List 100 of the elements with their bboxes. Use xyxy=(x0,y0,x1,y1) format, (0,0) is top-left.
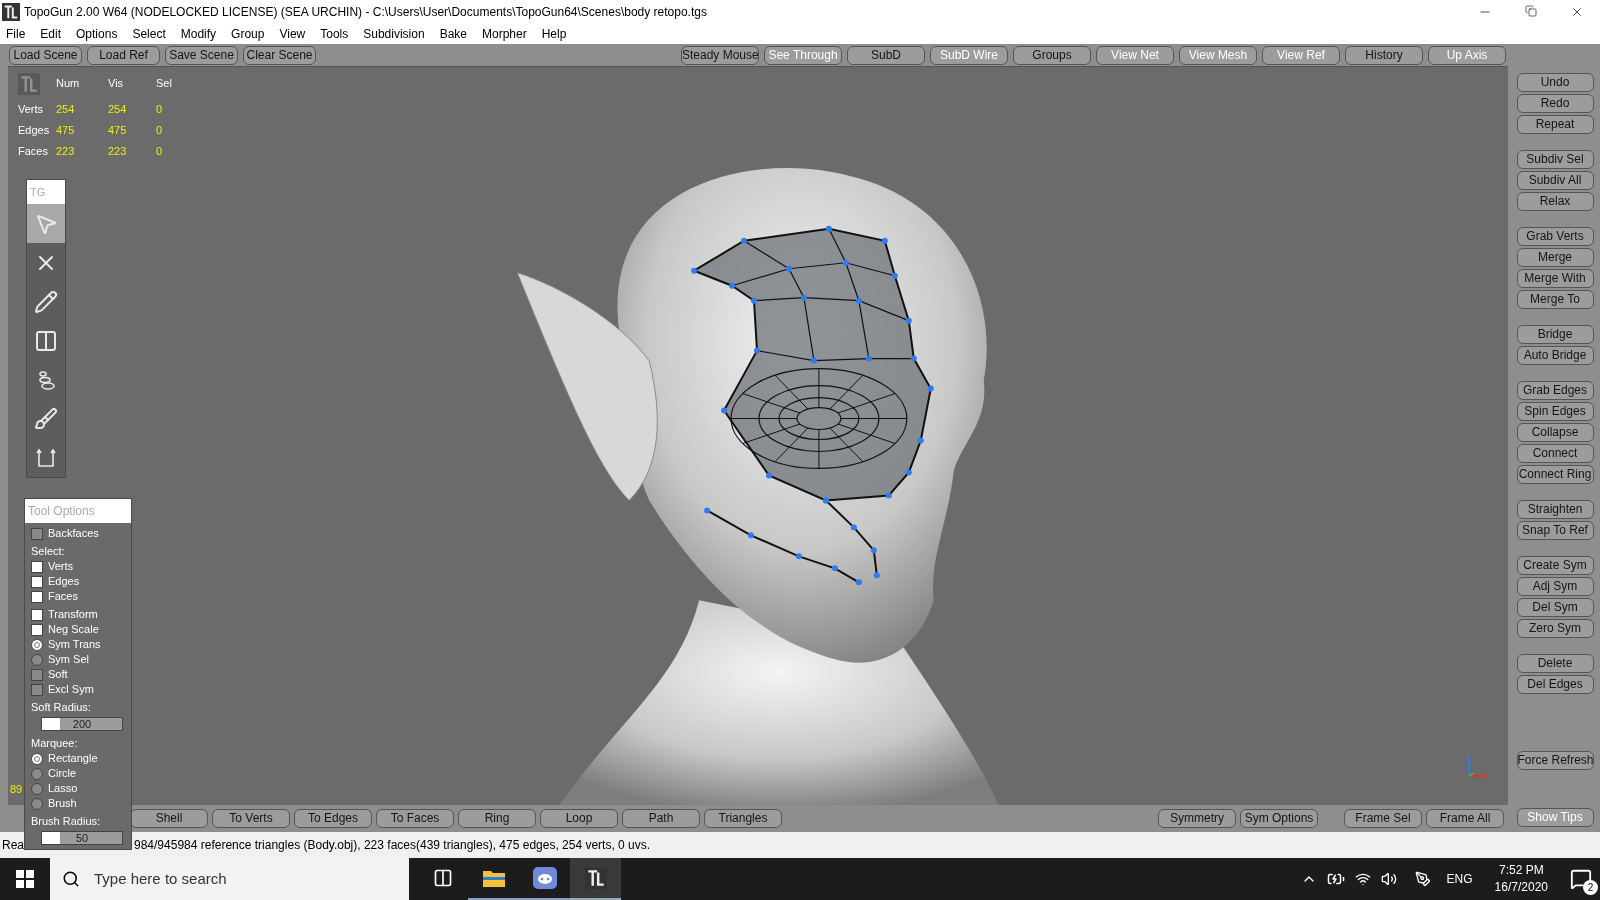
task-view-icon xyxy=(432,868,453,888)
toolbar-button[interactable]: Zero Sym xyxy=(1516,619,1594,638)
checkbox-label: Transform xyxy=(48,607,98,623)
logo-icon xyxy=(18,73,40,95)
toolbar-button[interactable]: Connect xyxy=(1516,444,1594,463)
checkbox[interactable] xyxy=(31,590,43,603)
taskbar-search-bar[interactable]: Type here to search xyxy=(50,858,409,900)
menu-item[interactable]: Bake xyxy=(439,25,467,43)
toolbar-button[interactable]: Bridge xyxy=(1516,325,1594,344)
toolbar-button[interactable]: Del Sym xyxy=(1516,598,1594,617)
toolbar-button[interactable]: Grab Edges xyxy=(1516,381,1594,400)
toolbar-button[interactable]: Straighten xyxy=(1516,500,1594,519)
toolbar-button[interactable]: To Verts xyxy=(212,809,290,828)
clock-date: 16/7/2020 xyxy=(1494,879,1548,896)
toolbar-button[interactable]: Shell xyxy=(130,809,208,828)
toolbar-button[interactable]: Ring xyxy=(458,809,536,828)
toolbar-button[interactable]: Create Sym xyxy=(1516,556,1594,575)
menu-item[interactable]: Group xyxy=(231,25,265,43)
stat-value: 475 xyxy=(108,123,128,138)
menu-item[interactable]: Select xyxy=(132,25,166,43)
checkbox[interactable] xyxy=(31,623,43,636)
toolbar-button[interactable]: Spin Edges xyxy=(1516,402,1594,421)
toolbar-button[interactable]: Symmetry xyxy=(1158,809,1236,828)
clock[interactable]: 7:52 PM 16/7/2020 xyxy=(1494,862,1548,896)
search-field[interactable]: Type here to search xyxy=(94,867,374,891)
row-label: Edges xyxy=(18,123,51,138)
toolbar-button[interactable]: Adj Sym xyxy=(1516,577,1594,596)
menu-item[interactable]: Morpher xyxy=(482,25,527,43)
stat-value: 254 xyxy=(56,102,76,117)
folder-icon xyxy=(481,868,506,888)
taskbar-app[interactable] xyxy=(570,858,621,900)
menu-item[interactable]: Help xyxy=(541,25,567,43)
radio-button[interactable] xyxy=(31,638,43,651)
toolbar-button[interactable]: Load Scene xyxy=(9,45,82,65)
toolbar-button[interactable]: Steady Mouse xyxy=(681,45,759,65)
toolbar-button[interactable]: Subdiv Sel xyxy=(1516,150,1594,169)
toolbar-button[interactable]: Collapse xyxy=(1516,423,1594,442)
language-indicator[interactable]: ENG xyxy=(1446,870,1473,888)
menu-item[interactable]: Tools xyxy=(320,25,349,43)
radio-button[interactable] xyxy=(31,653,43,666)
checkbox-label: Soft xyxy=(48,667,68,683)
status-text: Rea xyxy=(2,837,24,854)
column-header: Num xyxy=(56,76,81,91)
stat-value: 0 xyxy=(156,144,164,159)
toolbar-button[interactable]: Triangles xyxy=(704,809,782,828)
windows-start-icon[interactable] xyxy=(16,870,34,888)
stat-value: 254 xyxy=(108,102,128,117)
pen-icon[interactable] xyxy=(1414,871,1431,887)
toolbar-button[interactable]: Save Scene xyxy=(165,45,238,65)
radio-label: Lasso xyxy=(48,781,78,797)
toolbar-button[interactable]: Clear Scene xyxy=(243,45,316,65)
axis-gizmo-icon xyxy=(1466,753,1488,779)
checkbox[interactable] xyxy=(31,608,43,621)
toolbar-button[interactable]: Auto Bridge xyxy=(1516,346,1594,365)
toolbar-button[interactable]: Groups xyxy=(1013,45,1091,65)
row-label: Verts xyxy=(18,102,45,117)
toolbar-button[interactable]: Frame All xyxy=(1426,809,1504,828)
chat-app-icon xyxy=(532,867,557,889)
toolbar-button[interactable]: Load Ref xyxy=(87,45,160,65)
radio-button[interactable] xyxy=(31,797,43,810)
volume-icon[interactable] xyxy=(1380,871,1397,887)
slider[interactable]: 200 xyxy=(41,717,123,731)
wifi-icon[interactable] xyxy=(1354,871,1371,887)
checkbox[interactable] xyxy=(31,575,43,588)
toolbar-button[interactable]: To Faces xyxy=(376,809,454,828)
toolbar-button[interactable]: Connect Ring xyxy=(1516,465,1594,484)
toolbar-button[interactable]: SubD xyxy=(847,45,925,65)
menu-item[interactable]: Subdivision xyxy=(363,25,425,43)
radio-button[interactable] xyxy=(31,752,43,765)
toolbar-button[interactable]: Del Edges xyxy=(1516,675,1594,694)
search-icon xyxy=(62,870,80,888)
toolbar-button[interactable]: Subdiv All xyxy=(1516,171,1594,190)
slider[interactable]: 50 xyxy=(41,831,123,845)
menu-item[interactable]: File xyxy=(6,25,26,43)
toolbar-button[interactable]: History xyxy=(1345,45,1423,65)
toolbar-button[interactable]: Snap To Ref xyxy=(1516,521,1594,540)
toolbar-button[interactable]: Frame Sel xyxy=(1344,809,1422,828)
toolbar-button[interactable]: Grab Verts xyxy=(1516,227,1594,246)
toolbar-button[interactable]: Path xyxy=(622,809,700,828)
menu-item[interactable]: Options xyxy=(76,25,118,43)
toolbar-button[interactable]: Undo xyxy=(1516,73,1594,92)
menu-item[interactable]: Modify xyxy=(180,25,217,43)
toolbar-button[interactable]: Delete xyxy=(1516,654,1594,673)
checkbox[interactable] xyxy=(31,560,43,573)
menu-item[interactable]: Edit xyxy=(40,25,62,43)
toolbar-button[interactable]: Redo xyxy=(1516,94,1594,113)
window-title: TopoGun 2.00 W64 (NODELOCKED LICENSE) (SEA URCHIN) - C:\Users\User\Documents\TopoGun64\Scenes\body retopo.tgs xyxy=(24,4,707,21)
column-header: Vis xyxy=(108,76,125,91)
menu-item[interactable]: View xyxy=(279,25,306,43)
toolbar-button[interactable]: To Edges xyxy=(294,809,372,828)
toolbar-button[interactable]: Merge xyxy=(1516,248,1594,267)
toolbar-button[interactable]: Merge To xyxy=(1516,290,1594,309)
toolbar-button[interactable]: Relax xyxy=(1516,192,1594,211)
toolbar-button[interactable]: Sym Options xyxy=(1240,809,1318,828)
radio-button[interactable] xyxy=(31,767,43,780)
radio-button[interactable] xyxy=(31,782,43,795)
toolbar-button[interactable]: Loop xyxy=(540,809,618,828)
toolbar-button[interactable]: Repeat xyxy=(1516,115,1594,134)
toolbar-button[interactable]: Force Refresh xyxy=(1516,751,1594,770)
toolbar-button[interactable]: Merge With xyxy=(1516,269,1594,288)
